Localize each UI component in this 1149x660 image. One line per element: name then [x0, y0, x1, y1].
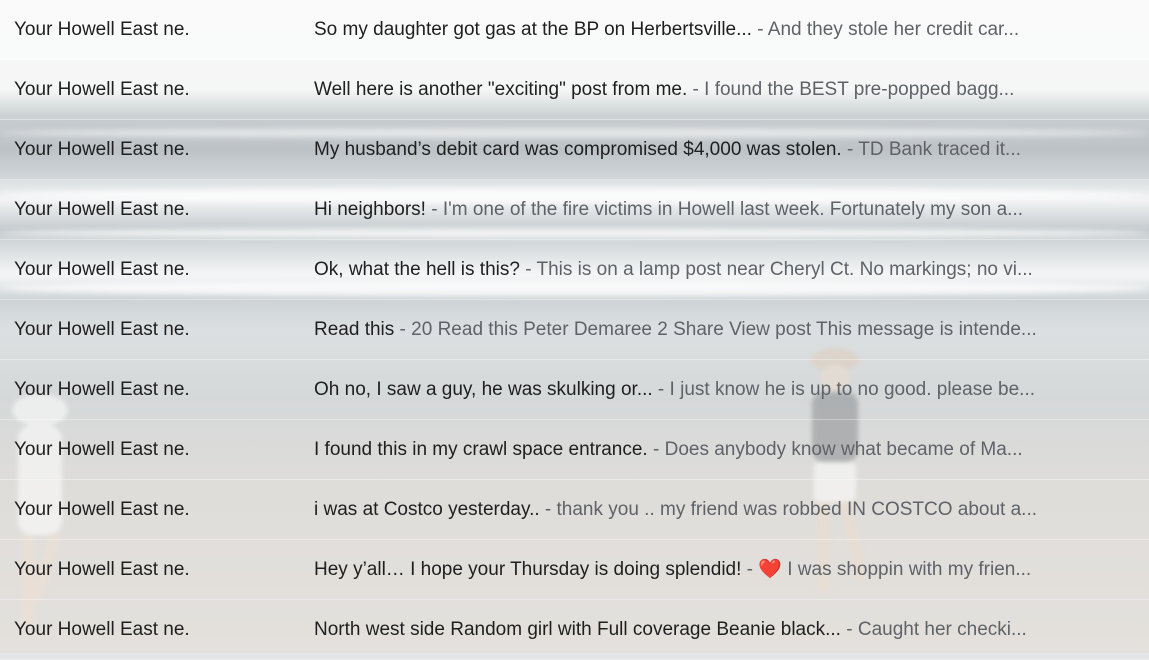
heart-emoji-icon: ❤️	[758, 559, 782, 580]
message-preview: North west side Random girl with Full co…	[314, 600, 1111, 660]
message-row[interactable]: Your Howell East ne. Oh no, I saw a guy,…	[0, 360, 1149, 420]
message-row[interactable]: Your Howell East ne. My husband’s debit …	[0, 120, 1149, 180]
snippet: 20 Read this Peter Demaree 2 Share View …	[411, 319, 1037, 340]
snippet: I found the BEST pre-popped bagg...	[704, 79, 1015, 100]
subject: So my daughter got gas at the BP on Herb…	[314, 19, 752, 40]
message-row[interactable]: Your Howell East ne. So my daughter got …	[0, 0, 1149, 60]
message-preview: I found this in my crawl space entrance.…	[314, 420, 1111, 480]
subject: Read this	[314, 319, 395, 340]
snippet: Caught her checki...	[857, 619, 1027, 640]
sender-name: Your Howell East ne.	[14, 619, 190, 640]
separator: -	[751, 19, 768, 40]
message-preview: My husband’s debit card was compromised …	[314, 120, 1111, 180]
message-preview: Well here is another "exciting" post fro…	[314, 60, 1111, 120]
message-row[interactable]: Your Howell East ne. Read this - 20 Read…	[0, 300, 1149, 360]
sender-name: Your Howell East ne.	[14, 139, 190, 160]
message-preview: i was at Costco yesterday.. - thank you …	[314, 480, 1111, 540]
separator: -	[394, 319, 412, 340]
separator: -	[687, 79, 705, 100]
subject: Ok, what the hell is this?	[314, 259, 520, 280]
snippet: This is on a lamp post near Cheryl Ct. N…	[536, 259, 1033, 280]
snippet: thank you .. my friend was robbed IN COS…	[556, 499, 1038, 520]
message-row[interactable]: Your Howell East ne. I found this in my …	[0, 420, 1149, 480]
separator: -	[840, 619, 858, 640]
sender-name: Your Howell East ne.	[14, 379, 190, 400]
message-preview: Ok, what the hell is this? - This is on …	[314, 240, 1111, 300]
subject: North west side Random girl with Full co…	[314, 619, 841, 640]
subject: Well here is another "exciting" post fro…	[314, 79, 688, 100]
snippet: I'm one of the fire victims in Howell la…	[442, 199, 1024, 220]
snippet: I just know he is up to no good. please …	[669, 379, 1036, 400]
separator: -	[539, 499, 557, 520]
sender-name: Your Howell East ne.	[14, 559, 190, 580]
sender-name: Your Howell East ne.	[14, 259, 190, 280]
sender-name: Your Howell East ne.	[14, 499, 190, 520]
message-preview: Read this - 20 Read this Peter Demaree 2…	[314, 300, 1111, 360]
separator: -	[519, 259, 537, 280]
message-list: Your Howell East ne. So my daughter got …	[0, 0, 1149, 660]
separator: -	[841, 139, 859, 160]
snippet: And they stole her credit car...	[767, 19, 1020, 40]
message-preview: So my daughter got gas at the BP on Herb…	[314, 0, 1111, 60]
subject: My husband’s debit card was compromised …	[314, 139, 842, 160]
message-row[interactable]: Your Howell East ne. North west side Ran…	[0, 600, 1149, 660]
sender-name: Your Howell East ne.	[14, 439, 190, 460]
subject: Hi neighbors!	[314, 199, 426, 220]
message-preview: Hi neighbors! - I'm one of the fire vict…	[314, 180, 1111, 240]
message-row[interactable]: Your Howell East ne. i was at Costco yes…	[0, 480, 1149, 540]
message-row[interactable]: Your Howell East ne. Well here is anothe…	[0, 60, 1149, 120]
message-preview: Hey y’all… I hope your Thursday is doing…	[314, 540, 1111, 600]
subject: I found this in my crawl space entrance.	[314, 439, 648, 460]
sender-name: Your Howell East ne.	[14, 319, 190, 340]
message-row[interactable]: Your Howell East ne. Hey y’all… I hope y…	[0, 540, 1149, 600]
subject: i was at Costco yesterday..	[314, 499, 540, 520]
separator: -	[425, 199, 443, 220]
message-row[interactable]: Your Howell East ne. Ok, what the hell i…	[0, 240, 1149, 300]
subject: Hey y’all… I hope your Thursday is doing…	[314, 559, 742, 580]
message-row[interactable]: Your Howell East ne. Hi neighbors! - I'm…	[0, 180, 1149, 240]
sender-name: Your Howell East ne.	[14, 19, 190, 40]
sender-name: Your Howell East ne.	[14, 79, 190, 100]
subject: Oh no, I saw a guy, he was skulking or..…	[314, 379, 653, 400]
separator: -	[647, 439, 665, 460]
snippet: TD Bank traced it...	[858, 139, 1021, 160]
separator: -	[652, 379, 670, 400]
snippet: Does anybody know what became of Ma...	[664, 439, 1023, 460]
message-preview: Oh no, I saw a guy, he was skulking or..…	[314, 360, 1111, 420]
sender-name: Your Howell East ne.	[14, 199, 190, 220]
snippet: I was shoppin with my frien...	[781, 559, 1032, 580]
separator: -	[741, 559, 759, 580]
